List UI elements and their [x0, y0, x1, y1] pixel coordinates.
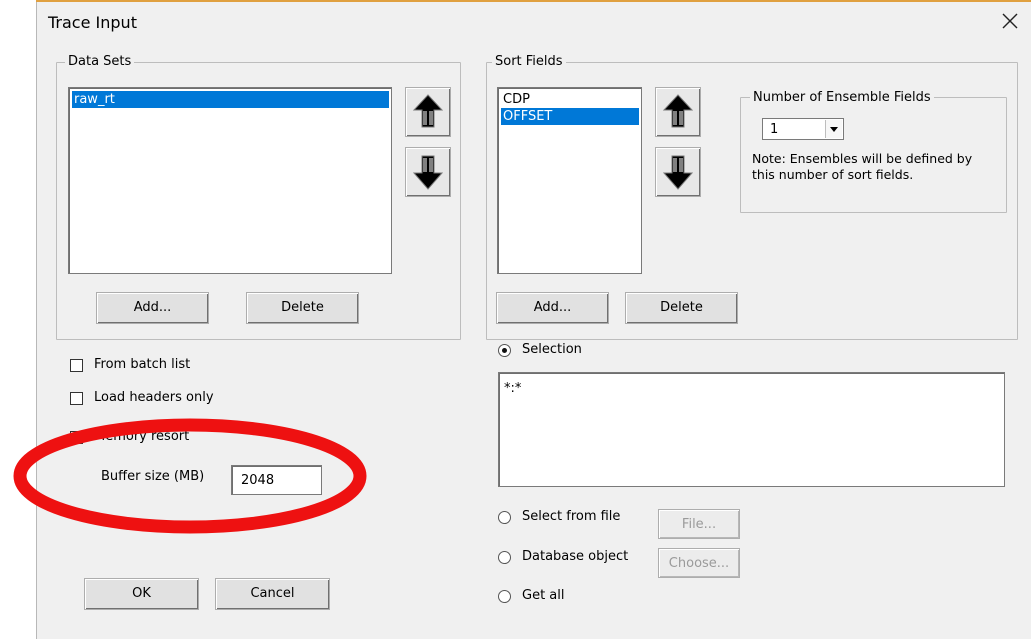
selection-radio[interactable]: [498, 344, 511, 357]
sort-fields-list[interactable]: CDP OFFSET: [497, 87, 642, 274]
thick-down-arrow-icon: [412, 155, 444, 190]
chevron-down-button[interactable]: [825, 120, 842, 138]
data-set-move-down-button[interactable]: [405, 147, 451, 197]
from-batch-list-checkbox[interactable]: [70, 359, 83, 372]
file-button[interactable]: File...: [658, 509, 740, 539]
cancel-button[interactable]: Cancel: [215, 578, 330, 610]
close-icon: [1002, 13, 1018, 29]
radio-selected-dot: [502, 348, 507, 353]
choose-button[interactable]: Choose...: [658, 548, 740, 578]
ensemble-fields-legend: Number of Ensemble Fields: [750, 90, 934, 106]
thick-up-arrow-icon: [662, 94, 694, 128]
selection-textbox[interactable]: *:*: [498, 372, 1005, 487]
sort-fields-add-button[interactable]: Add...: [496, 292, 609, 324]
load-headers-only-label: Load headers only: [94, 390, 214, 405]
database-object-radio[interactable]: [498, 551, 511, 564]
data-sets-legend: Data Sets: [65, 54, 135, 70]
data-sets-list[interactable]: raw_rt: [68, 87, 392, 274]
sort-field-item-offset[interactable]: OFFSET: [501, 108, 639, 125]
sort-field-move-down-button[interactable]: [655, 147, 701, 197]
data-sets-add-button[interactable]: Add...: [96, 292, 209, 324]
red-annotation-ellipse: [13, 418, 367, 534]
selection-value: *:*: [504, 381, 522, 396]
sort-fields-legend: Sort Fields: [492, 54, 566, 70]
from-batch-list-label: From batch list: [94, 357, 191, 372]
chevron-down-icon: [830, 127, 838, 132]
sort-fields-delete-button[interactable]: Delete: [625, 292, 738, 324]
get-all-radio[interactable]: [498, 590, 511, 603]
thick-down-arrow-icon: [662, 155, 694, 190]
get-all-label: Get all: [522, 588, 565, 603]
ensemble-fields-value: 1: [770, 122, 779, 137]
data-sets-delete-button[interactable]: Delete: [246, 292, 359, 324]
data-set-move-up-button[interactable]: [405, 87, 451, 137]
close-button[interactable]: [995, 6, 1025, 36]
sort-field-item-cdp[interactable]: CDP: [501, 91, 639, 108]
data-set-item-raw-rt[interactable]: raw_rt: [72, 91, 389, 108]
select-from-file-radio[interactable]: [498, 511, 511, 524]
selection-label: Selection: [522, 342, 582, 357]
ok-button[interactable]: OK: [84, 578, 199, 610]
select-from-file-label: Select from file: [522, 509, 621, 524]
thick-up-arrow-icon: [412, 94, 444, 128]
database-object-label: Database object: [522, 549, 629, 564]
sort-field-move-up-button[interactable]: [655, 87, 701, 137]
ensemble-note: Note: Ensembles will be defined by this …: [752, 151, 973, 182]
dialog-title: Trace Input: [48, 13, 137, 32]
load-headers-only-checkbox[interactable]: [70, 392, 83, 405]
ensemble-fields-dropdown[interactable]: 1: [762, 118, 844, 140]
